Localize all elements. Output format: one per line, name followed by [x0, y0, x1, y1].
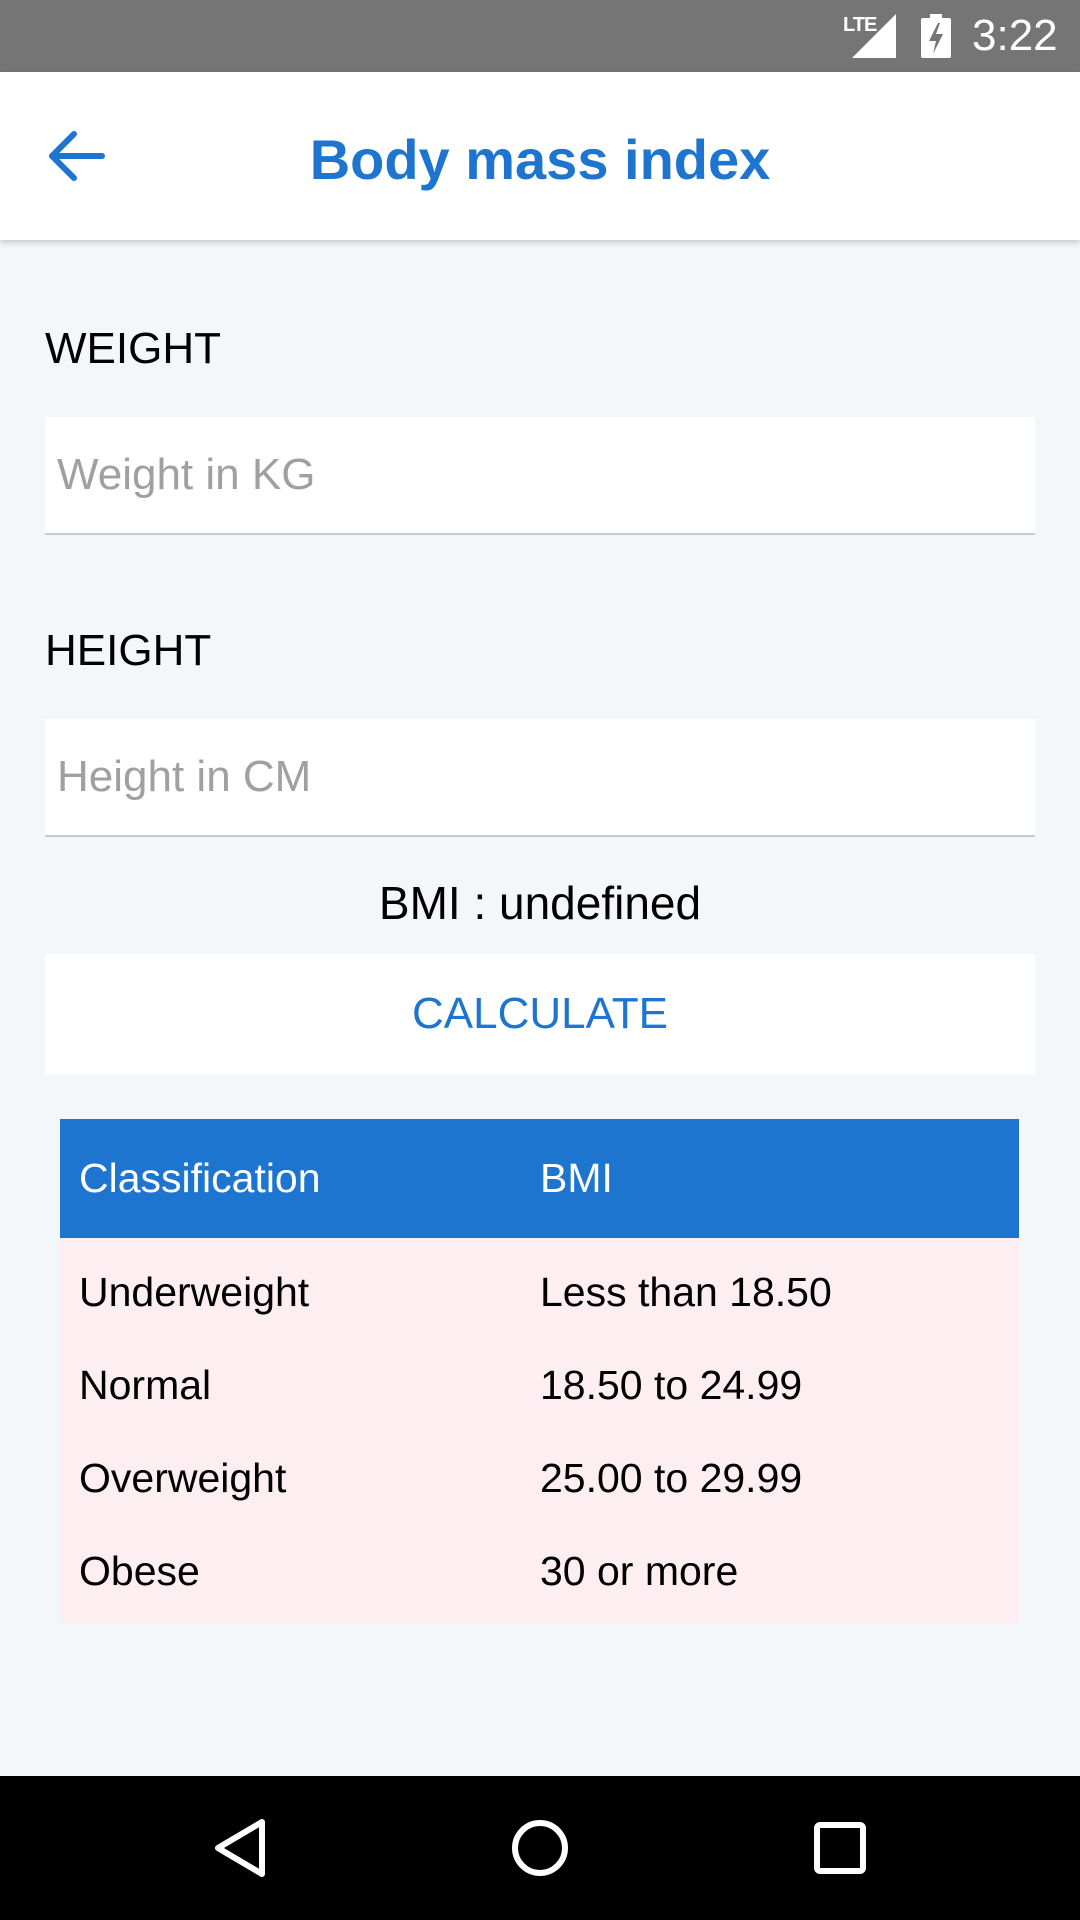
arrow-left-icon	[49, 131, 105, 181]
circle-home-icon	[512, 1820, 568, 1876]
classification-cell: Underweight	[79, 1269, 310, 1315]
triangle-back-icon	[215, 1819, 265, 1877]
app-bar: Body mass index	[0, 72, 1080, 240]
classification-cell: Normal	[79, 1362, 212, 1408]
page-title: Body mass index	[309, 128, 771, 191]
nav-recents-button[interactable]	[804, 1812, 876, 1884]
calculate-button[interactable]: CALCULATE	[45, 954, 1035, 1074]
status-bar: LTE 3:22	[0, 0, 1080, 72]
nav-home-button[interactable]	[504, 1812, 576, 1884]
weight-label: WEIGHT	[45, 324, 221, 373]
table-header-row: Classification BMI	[60, 1119, 1019, 1238]
column-header-bmi: BMI	[540, 1155, 613, 1201]
bmi-result-text: BMI : undefined	[378, 877, 702, 929]
bmi-classification-table: Classification BMI Underweight Less than…	[60, 1119, 1019, 1624]
square-recents-icon	[814, 1822, 866, 1874]
classification-cell: Overweight	[79, 1455, 287, 1501]
bmi-range-cell: 25.00 to 29.99	[540, 1455, 803, 1501]
column-header-classification: Classification	[79, 1155, 321, 1201]
height-label: HEIGHT	[45, 626, 212, 675]
bmi-range-cell: 18.50 to 24.99	[540, 1362, 803, 1408]
height-input[interactable]	[45, 719, 1035, 837]
status-time: 3:22	[972, 11, 1058, 60]
weight-input[interactable]	[45, 417, 1035, 535]
bmi-range-cell: 30 or more	[540, 1548, 739, 1594]
table-row: Obese 30 or more	[60, 1525, 1019, 1618]
bmi-range-cell: Less than 18.50	[540, 1269, 832, 1315]
table-row: Underweight Less than 18.50	[60, 1246, 1019, 1339]
classification-cell: Obese	[79, 1548, 200, 1594]
battery-charging-icon	[921, 14, 951, 58]
nav-back-button[interactable]	[204, 1812, 276, 1884]
table-row: Overweight 25.00 to 29.99	[60, 1432, 1019, 1525]
system-nav-bar	[0, 1776, 1080, 1920]
table-row: Normal 18.50 to 24.99	[60, 1339, 1019, 1432]
table-body: Underweight Less than 18.50 Normal 18.50…	[60, 1238, 1019, 1624]
back-button[interactable]	[40, 120, 112, 192]
cell-signal-icon	[852, 14, 896, 58]
